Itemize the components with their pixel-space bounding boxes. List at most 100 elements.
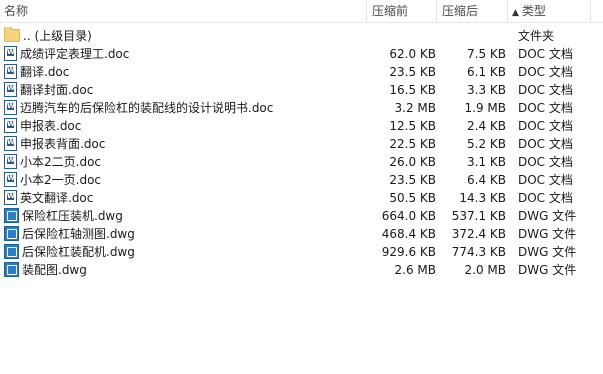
- word-document-icon: [4, 82, 17, 97]
- column-header-bar: 名称 压缩前 压缩后 ▲ 类型: [0, 0, 603, 23]
- file-row[interactable]: 成绩评定表理工.doc 62.0 KB 7.5 KB DOC 文档: [0, 45, 603, 63]
- file-name: 小本2二页.doc: [20, 155, 102, 169]
- file-name: 翻译封面.doc: [20, 83, 94, 97]
- file-row[interactable]: 迈腾汽车的后保险杠的装配线的设计说明书.doc 3.2 MB 1.9 MB DOC 文…: [0, 99, 603, 117]
- size-before-cell: 929.6 KB: [381, 245, 436, 259]
- size-after-cell: 3.3 KB: [467, 83, 506, 97]
- size-after-cell: 5.2 KB: [467, 137, 506, 151]
- file-type-cell: DOC 文档: [518, 47, 573, 61]
- size-after-cell: 774.3 KB: [451, 245, 506, 259]
- size-before-cell: 12.5 KB: [389, 119, 436, 133]
- dwg-drawing-icon: [4, 244, 19, 259]
- file-type-cell: DWG 文件: [518, 245, 577, 259]
- word-document-icon: [4, 46, 17, 61]
- file-name: 英文翻译.doc: [20, 191, 94, 205]
- file-list: .. (上级目录) 文件夹成绩评定表理工.doc 62.0 KB 7.5 KB DOC …: [0, 27, 603, 279]
- size-before-cell: 2.6 MB: [394, 263, 436, 277]
- file-row[interactable]: 英文翻译.doc 50.5 KB 14.3 KB DOC 文档: [0, 189, 603, 207]
- file-name: 后保险杠轴测图.dwg: [22, 227, 135, 241]
- file-type-cell: 文件夹: [518, 29, 555, 43]
- file-name-cell: 申报表背面.doc: [4, 135, 354, 153]
- file-row[interactable]: 装配图.dwg 2.6 MB 2.0 MB DWG 文件: [0, 261, 603, 279]
- size-after-cell: [440, 27, 506, 45]
- word-document-icon: [4, 64, 17, 79]
- size-after-cell: 14.3 KB: [459, 191, 506, 205]
- file-name-cell: 后保险杠装配机.dwg: [4, 243, 354, 261]
- dwg-drawing-icon: [4, 226, 19, 241]
- file-name: 翻译.doc: [20, 65, 70, 79]
- column-header-type-label: 类型: [521, 4, 546, 18]
- size-before-cell: 50.5 KB: [389, 191, 436, 205]
- folder-icon: [4, 27, 20, 42]
- file-name-cell: 翻译封面.doc: [4, 81, 354, 99]
- column-separator[interactable]: [590, 0, 591, 22]
- file-name-cell: 英文翻译.doc: [4, 189, 354, 207]
- file-row[interactable]: 翻译封面.doc 16.5 KB 3.3 KB DOC 文档: [0, 81, 603, 99]
- column-separator[interactable]: [507, 0, 508, 22]
- file-type-cell: DOC 文档: [518, 191, 573, 205]
- file-row[interactable]: 申报表.doc 12.5 KB 2.4 KB DOC 文档: [0, 117, 603, 135]
- file-name: 迈腾汽车的后保险杠的装配线的设计说明书.doc: [20, 101, 274, 115]
- column-separator[interactable]: [366, 0, 367, 22]
- size-after-cell: 372.4 KB: [451, 227, 506, 241]
- file-type-cell: DOC 文档: [518, 101, 573, 115]
- size-before-cell: 26.0 KB: [389, 155, 436, 169]
- word-document-icon: [4, 154, 17, 169]
- column-header-size-after[interactable]: 压缩后: [442, 0, 478, 22]
- file-name: 小本2一页.doc: [20, 173, 102, 187]
- file-row[interactable]: 后保险杠装配机.dwg 929.6 KB 774.3 KB DWG 文件: [0, 243, 603, 261]
- file-name: 申报表.doc: [20, 119, 82, 133]
- file-type-cell: DOC 文档: [518, 65, 573, 79]
- size-before-cell: [356, 27, 436, 45]
- file-name: 后保险杠装配机.dwg: [22, 245, 135, 259]
- file-row[interactable]: 翻译.doc 23.5 KB 6.1 KB DOC 文档: [0, 63, 603, 81]
- column-header-size-before[interactable]: 压缩前: [372, 0, 408, 22]
- word-document-icon: [4, 100, 17, 115]
- file-row[interactable]: 小本2二页.doc 26.0 KB 3.1 KB DOC 文档: [0, 153, 603, 171]
- size-after-cell: 7.5 KB: [467, 47, 506, 61]
- size-after-cell: 2.4 KB: [467, 119, 506, 133]
- size-before-cell: 62.0 KB: [389, 47, 436, 61]
- size-before-cell: 23.5 KB: [389, 173, 436, 187]
- size-before-cell: 16.5 KB: [389, 83, 436, 97]
- file-name-cell: 翻译.doc: [4, 63, 354, 81]
- file-type-cell: DWG 文件: [518, 209, 577, 223]
- file-name: 成绩评定表理工.doc: [20, 47, 130, 61]
- file-row[interactable]: 小本2一页.doc 23.5 KB 6.4 KB DOC 文档: [0, 171, 603, 189]
- file-name: .. (上级目录): [23, 29, 92, 43]
- size-before-cell: 664.0 KB: [381, 209, 436, 223]
- sort-ascending-icon: ▲: [512, 8, 519, 18]
- column-header-type[interactable]: ▲ 类型: [512, 0, 546, 22]
- size-before-cell: 22.5 KB: [389, 137, 436, 151]
- file-type-cell: DWG 文件: [518, 227, 577, 241]
- file-name-cell: 申报表.doc: [4, 117, 354, 135]
- file-type-cell: DOC 文档: [518, 83, 573, 97]
- file-type-cell: DOC 文档: [518, 119, 573, 133]
- parent-directory-row[interactable]: .. (上级目录) 文件夹: [0, 27, 603, 45]
- size-after-cell: 6.1 KB: [467, 65, 506, 79]
- size-before-cell: 3.2 MB: [394, 101, 436, 115]
- dwg-drawing-icon: [4, 208, 19, 223]
- word-document-icon: [4, 172, 17, 187]
- file-row[interactable]: 后保险杠轴测图.dwg 468.4 KB 372.4 KB DWG 文件: [0, 225, 603, 243]
- column-separator[interactable]: [436, 0, 437, 22]
- file-name: 申报表背面.doc: [20, 137, 106, 151]
- size-after-cell: 2.0 MB: [464, 263, 506, 277]
- file-type-cell: DWG 文件: [518, 263, 577, 277]
- file-name-cell: 保险杠压装机.dwg: [4, 207, 354, 225]
- size-after-cell: 6.4 KB: [467, 173, 506, 187]
- size-after-cell: 1.9 MB: [464, 101, 506, 115]
- word-document-icon: [4, 136, 17, 151]
- file-row[interactable]: 保险杠压装机.dwg 664.0 KB 537.1 KB DWG 文件: [0, 207, 603, 225]
- size-before-cell: 468.4 KB: [381, 227, 436, 241]
- column-header-name[interactable]: 名称: [4, 0, 28, 22]
- size-after-cell: 3.1 KB: [467, 155, 506, 169]
- file-name-cell: 后保险杠轴测图.dwg: [4, 225, 354, 243]
- file-type-cell: DOC 文档: [518, 137, 573, 151]
- file-row[interactable]: 申报表背面.doc 22.5 KB 5.2 KB DOC 文档: [0, 135, 603, 153]
- file-name: 保险杠压装机.dwg: [22, 209, 123, 223]
- file-name-cell: 成绩评定表理工.doc: [4, 45, 354, 63]
- word-document-icon: [4, 118, 17, 133]
- file-name-cell: 迈腾汽车的后保险杠的装配线的设计说明书.doc: [4, 99, 354, 117]
- file-name-cell: 装配图.dwg: [4, 261, 354, 279]
